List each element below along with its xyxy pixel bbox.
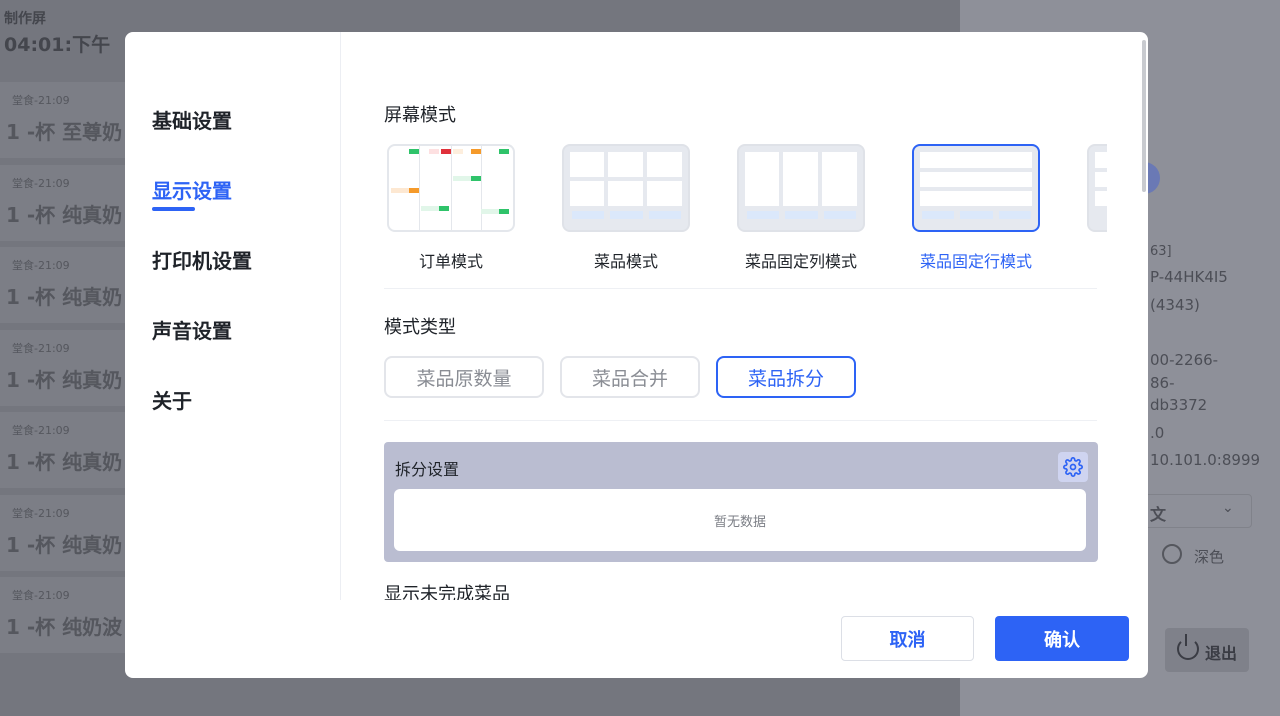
bg-logout-label: 退出 xyxy=(1205,644,1238,663)
bg-order-item: 1 -杯 至尊奶 xyxy=(6,120,123,144)
sidebar-item-basic[interactable]: 基础设置 xyxy=(152,105,232,134)
bg-order-card: 堂食-21:09 1 -杯 至尊奶 xyxy=(0,82,128,158)
sidebar-item-label: 显示设置 xyxy=(152,179,232,203)
section-divider xyxy=(384,420,1097,421)
bg-order-card: 堂食-21:09 1 -杯 纯奶波 xyxy=(0,577,128,653)
mode-option-more[interactable] xyxy=(1087,144,1107,232)
sidebar-item-sound[interactable]: 声音设置 xyxy=(152,315,232,344)
bg-info-line: 86- xyxy=(1150,374,1175,392)
mode-option-label: 菜品模式 xyxy=(593,252,658,271)
bg-order-tag: 堂食-21:09 xyxy=(12,507,70,520)
content-scrollbar[interactable] xyxy=(1142,40,1146,192)
bg-order-card: 堂食-21:09 1 -杯 纯真奶 xyxy=(0,412,128,488)
fixed-column-thumbnail xyxy=(737,144,865,232)
split-settings-gear-button[interactable] xyxy=(1058,452,1088,482)
split-settings-title: 拆分设置 xyxy=(395,460,460,479)
bg-info-line: .0 xyxy=(1150,424,1165,442)
bg-language-value: 文 xyxy=(1150,505,1167,524)
bg-order-tag: 堂食-21:09 xyxy=(12,424,70,437)
bg-order-card: 堂食-21:09 1 -杯 纯真奶 xyxy=(0,247,128,323)
mode-option-order[interactable]: 订单模式 xyxy=(387,144,515,271)
bg-order-item: 1 -杯 纯真奶 xyxy=(6,368,123,392)
mode-option-label: 菜品固定列模式 xyxy=(744,252,857,271)
sidebar-item-about[interactable]: 关于 xyxy=(152,385,192,414)
section-divider xyxy=(384,288,1097,289)
bg-theme-dark-label: 深色 xyxy=(1194,548,1225,566)
bg-info-line: P-44HK4I5 xyxy=(1150,268,1228,286)
dish-mode-thumbnail xyxy=(562,144,690,232)
mode-option-label: 菜品固定行模式 xyxy=(919,252,1032,271)
bg-order-tag: 堂食-21:09 xyxy=(12,259,70,272)
bg-info-line: 63] xyxy=(1150,244,1172,259)
split-settings-panel: 拆分设置 暂无数据 xyxy=(384,442,1098,562)
type-option-split[interactable]: 菜品拆分 xyxy=(716,356,856,398)
display-settings-content[interactable]: 屏幕模式 订单模式 菜品模式 菜品固定列模式 菜品固定行模式 模式类型 菜品原数… xyxy=(341,32,1148,600)
mode-option-fixed-column[interactable]: 菜品固定列模式 xyxy=(737,144,865,271)
bg-info-line: (4343) xyxy=(1150,296,1200,314)
bg-screen-title: 制作屏 xyxy=(4,11,46,27)
cancel-button[interactable]: 取消 xyxy=(841,616,974,661)
settings-dialog: 基础设置 显示设置 打印机设置 声音设置 关于 屏幕模式 订单模式 菜品模式 菜… xyxy=(125,32,1148,678)
active-indicator xyxy=(152,207,195,211)
empty-text: 暂无数据 xyxy=(713,514,766,530)
type-option-merge[interactable]: 菜品合并 xyxy=(560,356,700,398)
bg-order-item: 1 -杯 纯真奶 xyxy=(6,285,123,309)
bg-order-card: 堂食-21:09 1 -杯 纯真奶 xyxy=(0,495,128,571)
more-mode-thumbnail xyxy=(1087,144,1107,232)
bg-info-line: 00-2266- xyxy=(1150,351,1219,369)
screen-mode-title: 屏幕模式 xyxy=(384,105,456,126)
order-mode-thumbnail xyxy=(387,144,515,232)
bg-order-tag: 堂食-21:09 xyxy=(12,342,70,355)
mode-type-title: 模式类型 xyxy=(384,317,456,338)
confirm-button[interactable]: 确认 xyxy=(995,616,1129,661)
sidebar-item-display[interactable]: 显示设置 xyxy=(152,175,232,211)
show-unfinished-title: 显示未完成菜品 xyxy=(384,584,510,600)
power-icon xyxy=(1177,634,1199,660)
bg-logout-button: 退出 xyxy=(1165,628,1249,672)
bg-order-item: 1 -杯 纯真奶 xyxy=(6,203,123,227)
gear-icon xyxy=(1063,457,1083,477)
sidebar-item-printer[interactable]: 打印机设置 xyxy=(152,245,252,274)
chevron-down-icon: ⌄ xyxy=(1222,500,1234,516)
mode-option-label: 订单模式 xyxy=(418,252,483,271)
bg-info-line: db3372 xyxy=(1150,396,1208,414)
mode-option-fixed-row[interactable]: 菜品固定行模式 xyxy=(912,144,1040,271)
bg-order-tag: 堂食-21:09 xyxy=(12,177,70,190)
bg-info-line: 10.101.0:8999 xyxy=(1150,451,1261,469)
bg-order-tag: 堂食-21:09 xyxy=(12,589,70,602)
bg-clock: 04:01:下午 xyxy=(4,34,111,56)
bg-order-item: 1 -杯 纯奶波 xyxy=(6,615,123,639)
bg-order-item: 1 -杯 纯真奶 xyxy=(6,533,123,557)
type-option-original-qty[interactable]: 菜品原数量 xyxy=(384,356,544,398)
bg-order-tag: 堂食-21:09 xyxy=(12,94,70,107)
bg-order-card: 堂食-21:09 1 -杯 纯真奶 xyxy=(0,330,128,406)
bg-radio-dark xyxy=(1162,544,1182,564)
fixed-row-thumbnail xyxy=(912,144,1040,232)
mode-option-dish[interactable]: 菜品模式 xyxy=(562,144,690,271)
settings-sidebar: 基础设置 显示设置 打印机设置 声音设置 关于 xyxy=(125,32,341,600)
bg-order-card: 堂食-21:09 1 -杯 纯真奶 xyxy=(0,165,128,241)
bg-order-item: 1 -杯 纯真奶 xyxy=(6,450,123,474)
split-settings-empty: 暂无数据 xyxy=(394,489,1086,551)
